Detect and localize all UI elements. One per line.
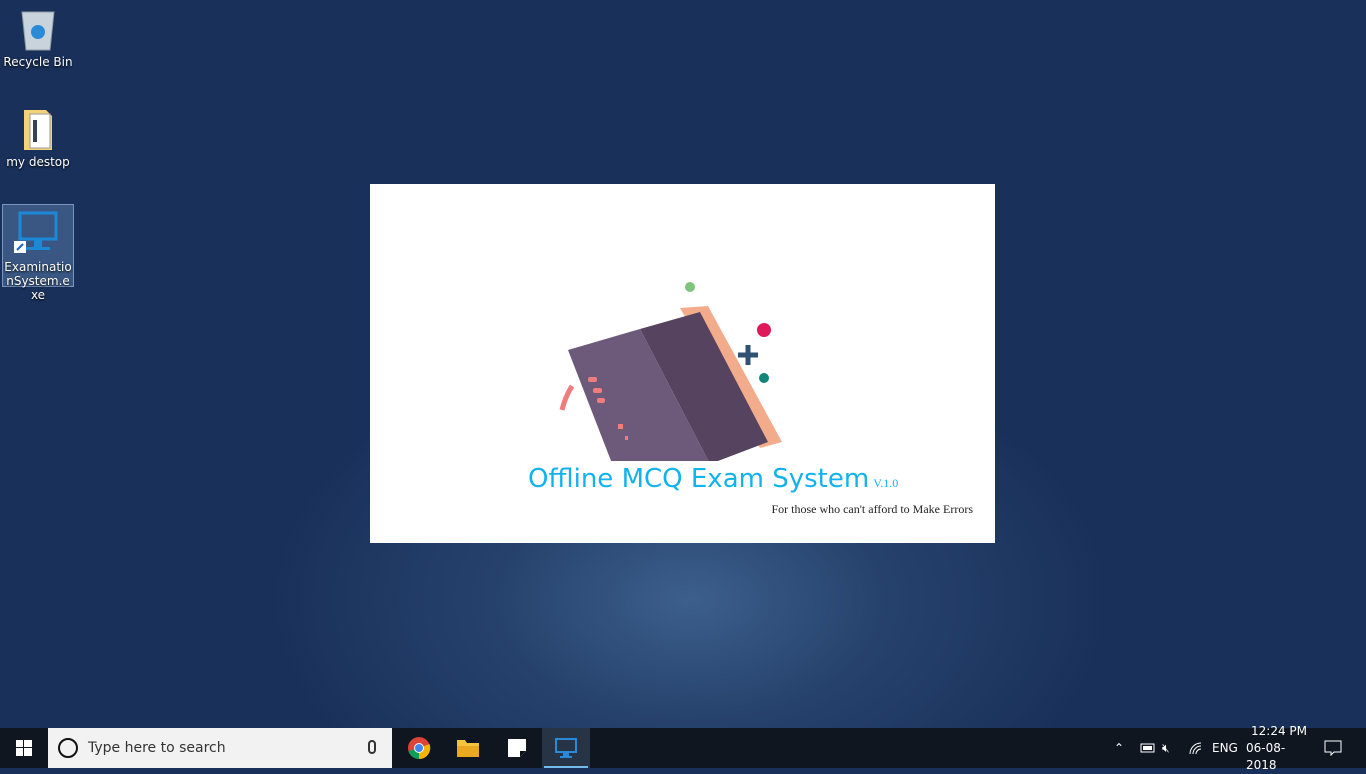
desktop-icon-label: ExaminationSystem.exe — [4, 260, 72, 302]
language-indicator[interactable]: ENG — [1212, 728, 1238, 768]
clock[interactable]: 12:24 PM 06-08-2018 — [1246, 724, 1312, 772]
taskbar: Type here to search ⌃ 🔇︎ ENG 12:24 PM 06… — [0, 724, 1366, 772]
start-button[interactable] — [0, 728, 48, 768]
action-center-button[interactable] — [1324, 728, 1342, 768]
file-explorer-icon — [457, 740, 479, 757]
volume-muted-icon[interactable]: 🔇︎ — [1162, 728, 1170, 768]
splash-screen: Offline MCQ Exam System V.1.0 For those w… — [370, 184, 995, 543]
sticky-notes-icon — [508, 739, 526, 757]
app-title: Offline MCQ Exam System V.1.0 — [528, 464, 898, 494]
desktop-icon-my-destop[interactable]: my destop — [2, 106, 74, 176]
tagline: For those who can't afford to Make Error… — [771, 502, 973, 516]
version-label: V.1.0 — [873, 476, 899, 490]
desktop-icon-label: my destop — [6, 155, 70, 169]
battery-icon[interactable] — [1138, 728, 1156, 768]
recycle-bin-icon — [21, 11, 55, 51]
taskbar-file-explorer[interactable] — [444, 728, 492, 768]
wifi-icon[interactable] — [1188, 728, 1204, 768]
desktop-icon-recycle-bin[interactable]: Recycle Bin — [2, 6, 74, 76]
monitor-app-icon — [14, 211, 58, 253]
clock-date: 06-08-2018 — [1246, 740, 1286, 772]
cortana-icon — [58, 738, 78, 758]
examination-system-icon — [555, 738, 577, 758]
search-box[interactable]: Type here to search — [48, 728, 392, 768]
show-hidden-icons[interactable]: ⌃ — [1114, 728, 1124, 768]
chevron-up-icon: ⌃ — [1114, 741, 1125, 755]
desktop-icon-label: Recycle Bin — [3, 55, 73, 69]
windows-icon — [16, 740, 32, 756]
search-placeholder: Type here to search — [88, 740, 226, 756]
notification-icon — [1324, 740, 1342, 756]
desktop-icon-examination-system[interactable]: ExaminationSystem.exe — [2, 204, 74, 302]
title-text: Offline MCQ Exam System — [528, 464, 870, 494]
taskbar-examination-system[interactable] — [542, 728, 590, 768]
clock-time: 12:24 PM — [1251, 723, 1307, 738]
taskbar-chrome[interactable] — [395, 728, 443, 768]
chrome-icon — [408, 737, 431, 760]
folder-icon — [24, 110, 52, 150]
microphone-icon[interactable] — [368, 740, 376, 754]
taskbar-sticky-notes[interactable] — [493, 728, 541, 768]
